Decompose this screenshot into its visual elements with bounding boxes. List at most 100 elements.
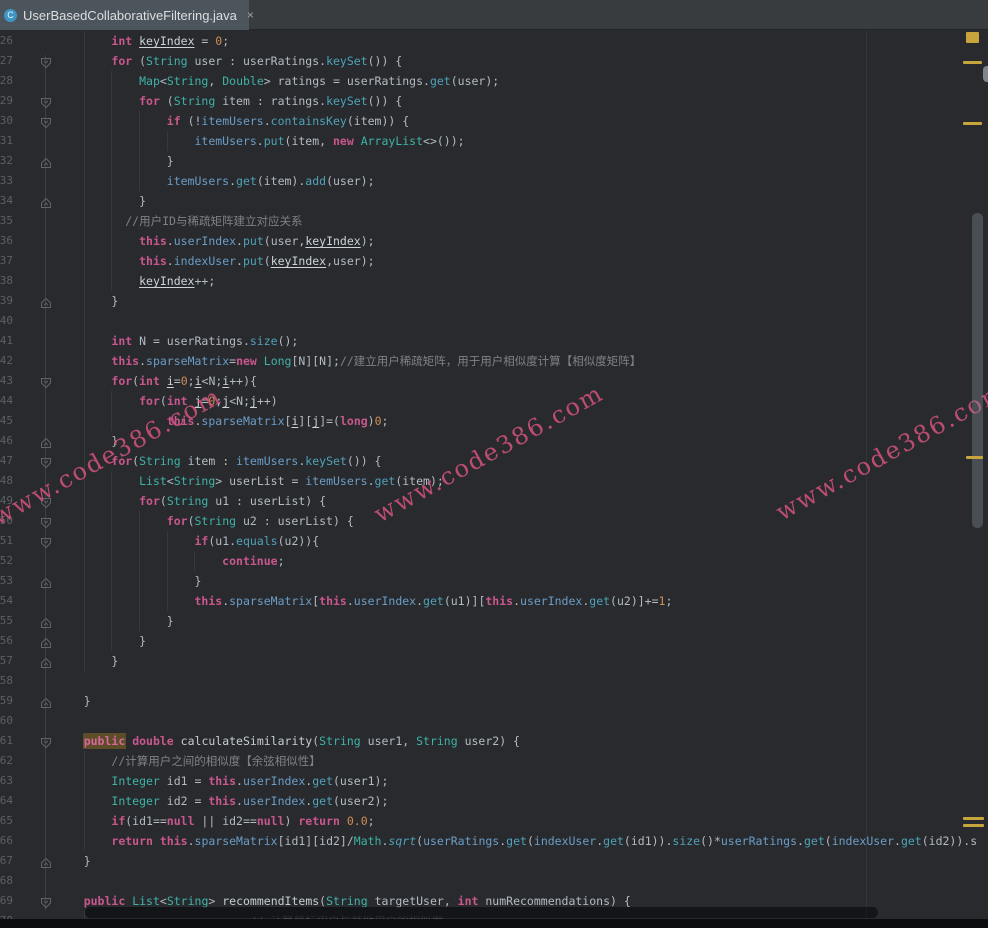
code-text: for(String u1 : userList) { bbox=[56, 491, 326, 511]
fold-marker-close-icon[interactable] bbox=[40, 435, 52, 447]
code-text: public double calculateSimilarity(String… bbox=[56, 731, 520, 751]
line-number: 44 bbox=[0, 391, 13, 411]
line-number: 54 bbox=[0, 591, 13, 611]
line-number: 48 bbox=[0, 471, 13, 491]
code-text: this.userIndex.put(user,keyIndex); bbox=[56, 231, 375, 251]
code-text: } bbox=[56, 611, 174, 631]
fold-marker-close-icon[interactable] bbox=[40, 615, 52, 627]
editor-tab-bar: C UserBasedCollaborativeFiltering.java × bbox=[0, 0, 988, 30]
line-number: 66 bbox=[0, 831, 13, 851]
fold-marker-open-icon[interactable] bbox=[40, 455, 52, 467]
fold-marker-close-icon[interactable] bbox=[40, 575, 52, 587]
fold-marker-close-icon[interactable] bbox=[40, 655, 52, 667]
right-margin-guide bbox=[866, 30, 867, 919]
tab-title: UserBasedCollaborativeFiltering.java bbox=[23, 8, 237, 23]
fold-marker-close-icon[interactable] bbox=[40, 855, 52, 867]
line-number: 58 bbox=[0, 671, 13, 691]
warning-stripe-dash[interactable] bbox=[963, 122, 982, 125]
code-text: } bbox=[56, 651, 118, 671]
code-text: } bbox=[56, 851, 91, 871]
fold-marker-open-icon[interactable] bbox=[40, 95, 52, 107]
fold-marker-close-icon[interactable] bbox=[40, 635, 52, 647]
code-text: } bbox=[56, 431, 118, 451]
warning-stripe-dash[interactable] bbox=[966, 456, 983, 459]
tab-userbasedcollaborativefiltering[interactable]: C UserBasedCollaborativeFiltering.java × bbox=[0, 0, 249, 30]
code-text: } bbox=[56, 571, 201, 591]
line-number: 27 bbox=[0, 51, 13, 71]
horizontal-scrollbar[interactable] bbox=[85, 907, 878, 918]
line-number: 51 bbox=[0, 531, 13, 551]
code-text: for(int i=0;i<N;i++){ bbox=[56, 371, 257, 391]
fold-marker-open-icon[interactable] bbox=[40, 515, 52, 527]
line-number: 60 bbox=[0, 711, 13, 731]
code-text: this.sparseMatrix=new Long[N][N];//建立用户稀… bbox=[56, 351, 641, 371]
fold-marker-open-icon[interactable] bbox=[40, 55, 52, 67]
code-text: itemUsers.get(item).add(user); bbox=[56, 171, 375, 191]
line-number: 59 bbox=[0, 691, 13, 711]
fold-marker-close-icon[interactable] bbox=[40, 295, 52, 307]
line-number: 39 bbox=[0, 291, 13, 311]
line-number: 40 bbox=[0, 311, 13, 331]
bottom-strip bbox=[0, 919, 988, 928]
fold-marker-open-icon[interactable] bbox=[40, 535, 52, 547]
code-text: } bbox=[56, 691, 91, 711]
warning-stripe-square[interactable] bbox=[966, 32, 979, 43]
line-number: 43 bbox=[0, 371, 13, 391]
tab-close-icon[interactable]: × bbox=[247, 8, 254, 22]
warning-stripe-dash[interactable] bbox=[963, 61, 982, 64]
fold-marker-open-icon[interactable] bbox=[40, 895, 52, 907]
line-number: 38 bbox=[0, 271, 13, 291]
code-text: for (String user : userRatings.keySet())… bbox=[56, 51, 402, 71]
vertical-scrollbar[interactable] bbox=[972, 213, 983, 528]
code-text: for(int j=0;j<N;j++) bbox=[56, 391, 278, 411]
line-number: 61 bbox=[0, 731, 13, 751]
line-number: 42 bbox=[0, 351, 13, 371]
gutter-fold-line bbox=[45, 55, 46, 910]
line-number: 65 bbox=[0, 811, 13, 831]
code-editor[interactable]: 26 int keyIndex = 0;27 for (String user … bbox=[0, 30, 988, 928]
line-number: 32 bbox=[0, 151, 13, 171]
warning-stripe-dash[interactable] bbox=[963, 824, 984, 827]
fold-marker-close-icon[interactable] bbox=[40, 695, 52, 707]
fold-marker-open-icon[interactable] bbox=[40, 495, 52, 507]
fold-marker-open-icon[interactable] bbox=[40, 375, 52, 387]
code-text: for (String item : ratings.keySet()) { bbox=[56, 91, 402, 111]
line-number: 30 bbox=[0, 111, 13, 131]
code-text: int keyIndex = 0; bbox=[56, 31, 229, 51]
line-number: 67 bbox=[0, 851, 13, 871]
line-number: 57 bbox=[0, 651, 13, 671]
line-number: 37 bbox=[0, 251, 13, 271]
fold-marker-close-icon[interactable] bbox=[40, 195, 52, 207]
code-text: if (!itemUsers.containsKey(item)) { bbox=[56, 111, 409, 131]
line-number: 52 bbox=[0, 551, 13, 571]
line-number: 49 bbox=[0, 491, 13, 511]
line-number: 69 bbox=[0, 891, 13, 911]
line-number: 56 bbox=[0, 631, 13, 651]
code-text: if(id1==null || id2==null) return 0.0; bbox=[56, 811, 375, 831]
warning-stripe-dash[interactable] bbox=[963, 817, 984, 820]
code-text: Integer id2 = this.userIndex.get(user2); bbox=[56, 791, 388, 811]
code-text: } bbox=[56, 291, 118, 311]
line-number: 35 bbox=[0, 211, 13, 231]
fold-marker-open-icon[interactable] bbox=[40, 735, 52, 747]
code-text: } bbox=[56, 631, 146, 651]
line-number: 63 bbox=[0, 771, 13, 791]
code-text: itemUsers.put(item, new ArrayList<>()); bbox=[56, 131, 465, 151]
code-text: } bbox=[56, 151, 174, 171]
line-number: 33 bbox=[0, 171, 13, 191]
line-number: 64 bbox=[0, 791, 13, 811]
line-number: 46 bbox=[0, 431, 13, 451]
fold-marker-open-icon[interactable] bbox=[40, 115, 52, 127]
scrollbar-top-thumb[interactable] bbox=[983, 66, 988, 82]
line-number: 50 bbox=[0, 511, 13, 531]
code-text: List<String> userList = itemUsers.get(it… bbox=[56, 471, 444, 491]
code-text: for(String item : itemUsers.keySet()) { bbox=[56, 451, 381, 471]
fold-marker-close-icon[interactable] bbox=[40, 155, 52, 167]
code-text: int N = userRatings.size(); bbox=[56, 331, 298, 351]
line-number: 28 bbox=[0, 71, 13, 91]
line-number: 34 bbox=[0, 191, 13, 211]
code-text: } bbox=[56, 191, 146, 211]
code-text: //用户ID与稀疏矩阵建立对应关系 bbox=[56, 211, 302, 231]
code-text: for(String u2 : userList) { bbox=[56, 511, 354, 531]
line-number: 68 bbox=[0, 871, 13, 891]
